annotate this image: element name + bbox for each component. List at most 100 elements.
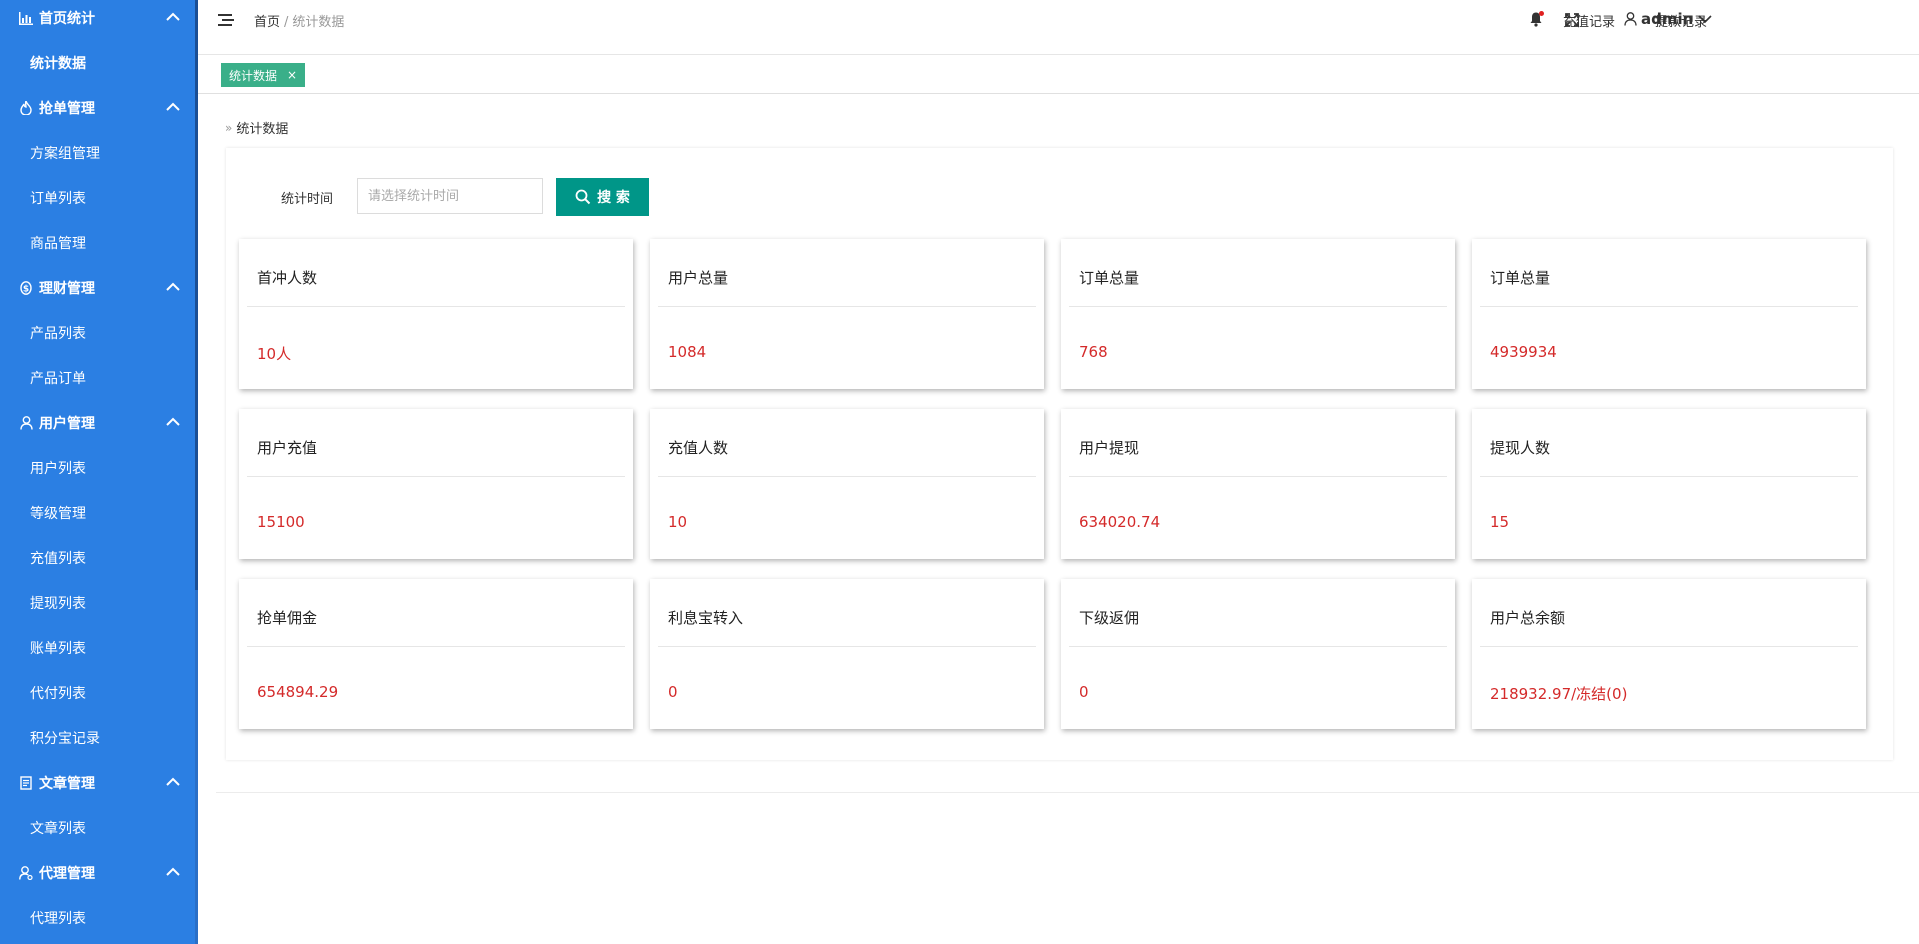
sidebar-group-articles[interactable]: 文章管理 [0,763,195,803]
stat-divider [1069,646,1447,647]
tab-label: 统计数据 [229,68,278,83]
chevron-down-icon [1698,15,1712,24]
stat-value: 1084 [668,343,707,361]
stat-title: 下级返佣 [1079,609,1140,627]
stat-card-user-total-balance: 用户总余额 218932.97/冻结(0) [1472,579,1866,729]
stat-card-user-recharge: 用户充值 15100 [239,409,633,559]
stat-card-interest-transfer-in: 利息宝转入 0 [650,579,1044,729]
stat-divider [1480,306,1858,307]
sidebar-item-level-manage[interactable]: 等级管理 [0,493,195,533]
sidebar-item-payout-list[interactable]: 代付列表 [0,673,195,713]
stat-value: 15 [1490,513,1510,531]
stat-value: 10 [668,513,688,531]
sidebar-group-finance[interactable]: $ 理财管理 [0,268,195,308]
stat-divider [658,306,1036,307]
stat-card-first-recharge-users: 首冲人数 10人 [239,239,633,389]
bar-chart-icon [19,11,33,25]
sidebar-item-product-order[interactable]: 产品订单 [0,358,195,398]
user-menu[interactable]: admin [1624,10,1713,28]
search-icon [575,189,591,205]
breadcrumb: 首页 / 统计数据 [254,11,344,30]
tab-bar: 统计数据 × [198,55,1919,94]
coin-icon: $ [19,281,33,295]
stat-divider [247,306,625,307]
sidebar-group-home-stats[interactable]: 首页统计 [0,0,195,38]
chevron-up-icon [166,282,180,291]
svg-text:$: $ [23,285,29,295]
chevron-up-icon [166,12,180,21]
sidebar-item-product-list[interactable]: 产品列表 [0,313,195,353]
close-icon[interactable]: × [287,68,297,82]
sidebar-item-recharge-list[interactable]: 充值列表 [0,538,195,578]
sidebar-group-label: 抢单管理 [39,101,95,117]
stat-card-recharge-users: 充值人数 10 [650,409,1044,559]
stat-card-grab-commission: 抢单佣金 654894.29 [239,579,633,729]
agent-icon [19,866,33,880]
stat-value: 15100 [257,513,305,531]
stat-title: 提现人数 [1490,439,1551,457]
sidebar-group-label: 用户管理 [39,416,95,432]
stat-divider [1069,476,1447,477]
stat-divider [247,476,625,477]
sidebar-item-bill-list[interactable]: 账单列表 [0,628,195,668]
stat-time-input[interactable] [357,178,543,214]
double-chevron-right-icon: » [225,120,233,135]
stat-divider [658,476,1036,477]
breadcrumb-home[interactable]: 首页 [254,15,280,30]
stat-value: 634020.74 [1079,513,1161,531]
stat-title: 用户充值 [257,439,318,457]
stat-divider [1480,476,1858,477]
sidebar-group-users[interactable]: 用户管理 [0,403,195,443]
sidebar-item-points-record[interactable]: 积分宝记录 [0,718,195,758]
sidebar-item-stat-data[interactable]: 统计数据 [0,43,195,83]
stat-divider [1480,646,1858,647]
chevron-up-icon [166,102,180,111]
stat-value: 0 [1079,683,1089,701]
user-name: admin [1641,10,1694,28]
sidebar-group-label: 文章管理 [39,776,95,792]
stat-card-withdraw-users: 提现人数 15 [1472,409,1866,559]
chevron-up-icon [166,417,180,426]
stat-title: 用户提现 [1079,439,1140,457]
menu-toggle-icon[interactable] [218,13,234,27]
sidebar-item-product-manage[interactable]: 商品管理 [0,223,195,263]
stat-value: 768 [1079,343,1108,361]
sidebar-item-article-list[interactable]: 文章列表 [0,808,195,848]
user-icon [19,416,33,430]
stat-title: 充值人数 [668,439,729,457]
sidebar-item-agent-list[interactable]: 代理列表 [0,898,195,938]
stat-title: 首冲人数 [257,269,318,287]
section-title: » 统计数据 [225,118,289,138]
stat-card-user-withdraw: 用户提现 634020.74 [1061,409,1455,559]
sidebar-group-label: 代理管理 [39,866,95,882]
sidebar-group-order-grab[interactable]: 抢单管理 [0,88,195,128]
stat-divider [1069,306,1447,307]
stat-title: 抢单佣金 [257,609,318,627]
document-icon [19,776,33,790]
breadcrumb-separator: / [284,15,289,30]
sidebar-group-label: 理财管理 [39,281,95,297]
stat-divider [658,646,1036,647]
fullscreen-icon[interactable] [1565,13,1579,27]
sidebar-item-plan-group[interactable]: 方案组管理 [0,133,195,173]
stat-title: 订单总量 [1490,269,1551,287]
sidebar-item-user-list[interactable]: 用户列表 [0,448,195,488]
stat-title: 利息宝转入 [668,609,744,627]
search-button-label: 搜 索 [597,190,630,206]
search-button[interactable]: 搜 索 [556,178,649,216]
breadcrumb-current: 统计数据 [292,15,345,30]
stat-title: 订单总量 [1079,269,1140,287]
stat-value: 0 [668,683,678,701]
stat-card-subordinate-rebate: 下级返佣 0 [1061,579,1455,729]
section-title-text: 统计数据 [236,122,289,137]
sidebar-group-agents[interactable]: 代理管理 [0,853,195,893]
stat-divider [247,646,625,647]
notification-dot [1539,11,1544,16]
sidebar-item-withdraw-list[interactable]: 提现列表 [0,583,195,623]
filter-time-label: 统计时间 [281,192,334,207]
sidebar: 首页统计 统计数据 抢单管理 方案组管理 订单列表 商品管理 $ 理财管理 产品… [0,0,198,944]
stat-value: 10人 [257,345,292,363]
tab-stat-data[interactable]: 统计数据 × [221,63,306,87]
sidebar-item-order-list[interactable]: 订单列表 [0,178,195,218]
stat-value: 4939934 [1490,343,1557,361]
